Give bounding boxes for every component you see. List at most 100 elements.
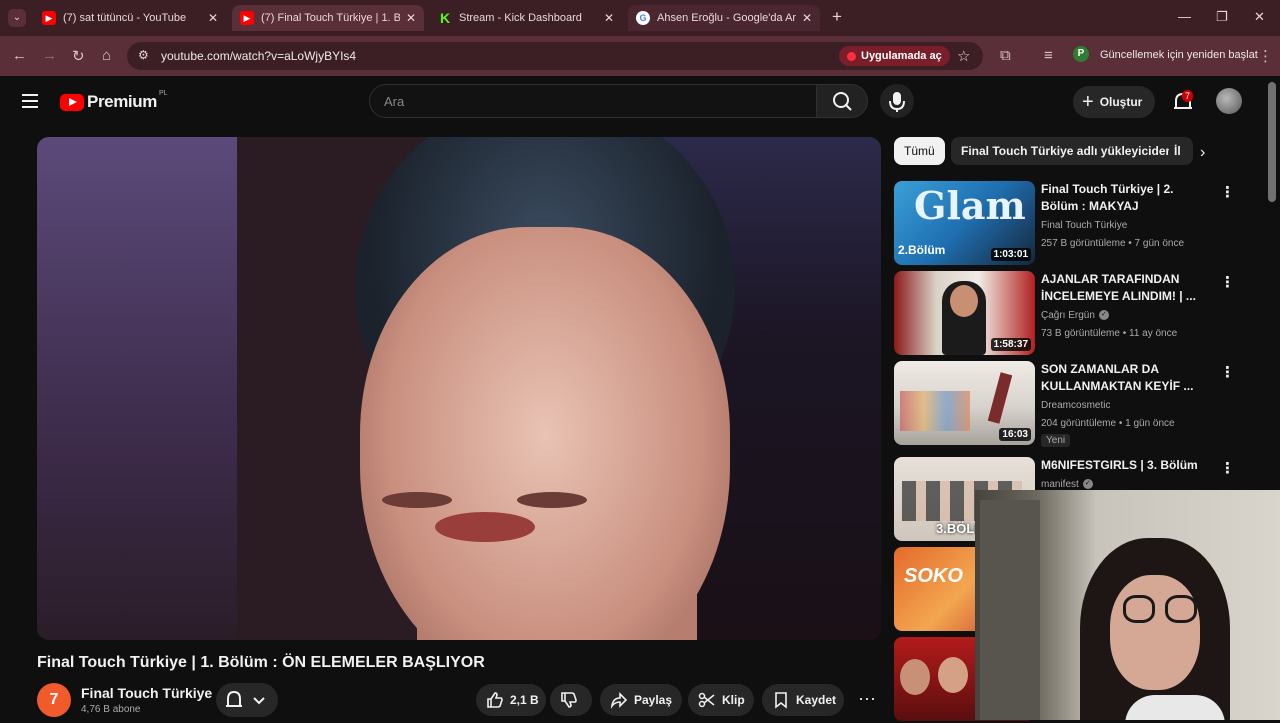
hamburger-menu-icon[interactable] — [22, 94, 38, 108]
tab-title: Ahsen Eroğlu - Google'da Ara — [657, 12, 796, 24]
forward-icon[interactable]: → — [42, 47, 57, 64]
profile-avatar[interactable]: P — [1073, 46, 1089, 62]
reload-icon[interactable]: ↻ — [72, 47, 85, 65]
video-thumbnail[interactable]: Glam 2.Bölüm 1:03:01 — [894, 181, 1035, 265]
save-label: Kaydet — [796, 693, 837, 707]
like-count: 2,1 B — [510, 693, 539, 707]
chip-all[interactable]: Tümü — [894, 137, 945, 165]
video-title: Final Touch Türkiye | 1. Bölüm : ÖN ELEM… — [37, 654, 485, 671]
video-player[interactable] — [37, 137, 881, 640]
browser-tab-bar: ⌄ ▶ (7) sat tütüncü - YouTube ✕ ▶ (7) Fi… — [0, 0, 1280, 36]
tab-title: (7) sat tütüncü - YouTube — [63, 12, 187, 24]
save-button[interactable]: Kaydet — [762, 684, 844, 716]
notification-count-badge: 7 — [1182, 90, 1194, 102]
more-options-icon[interactable]: ⋮ — [1220, 273, 1235, 291]
search-input[interactable]: Ara — [369, 84, 817, 118]
recommendation-channel: Dreamcosmetic — [1041, 400, 1111, 411]
more-actions-icon[interactable]: ··· — [852, 684, 882, 716]
youtube-logo[interactable]: Premium PL — [60, 89, 168, 112]
share-button[interactable]: Paylaş — [600, 684, 682, 716]
youtube-header: Premium PL Ara + Oluştur 7 — [0, 76, 1265, 128]
video-frame-face — [360, 227, 730, 640]
webcam-overlay — [975, 490, 1280, 720]
thumbs-down-icon — [561, 692, 577, 708]
tab-search-chevron-icon[interactable]: ⌄ — [8, 9, 26, 27]
subscription-bell-button[interactable] — [216, 683, 278, 717]
chip-from-uploader[interactable]: Final Touch Türkiye adlı yükleyiciden — [951, 137, 1183, 165]
minimize-icon[interactable]: — — [1178, 9, 1191, 24]
recommendation-meta: 73 B görüntüleme • 11 ay önce — [1041, 328, 1178, 339]
recommendation-item[interactable]: Glam 2.Bölüm 1:03:01 Final Touch Türkiye… — [894, 181, 1254, 267]
recommendation-meta: 204 görüntüleme • 1 gün önce — [1041, 418, 1175, 429]
more-options-icon[interactable]: ⋮ — [1220, 363, 1235, 381]
site-info-icon[interactable]: ⚙ — [138, 48, 149, 62]
verified-icon: ✓ — [1098, 310, 1109, 321]
thumbnail-text: SOKO — [904, 565, 963, 587]
browser-tab-4[interactable]: G Ahsen Eroğlu - Google'da Ara ✕ — [628, 5, 820, 31]
browser-toolbar: ← → ↻ ⌂ ⚙ youtube.com/watch?v=aLoWjyBYIs… — [0, 36, 1280, 76]
video-thumbnail[interactable]: 16:03 — [894, 361, 1035, 445]
recommendation-item[interactable]: 16:03 SON ZAMANLAR DA KULLANMAKTAN KEYİF… — [894, 361, 1254, 447]
recommendation-title[interactable]: AJANLAR TARAFINDAN İNCELEMEYE ALINDIM! |… — [1041, 271, 1211, 305]
channel-avatar[interactable]: 7 — [37, 683, 71, 717]
browser-tab-3[interactable]: K Stream - Kick Dashboard ✕ — [430, 5, 622, 31]
address-bar[interactable]: ⚙ youtube.com/watch?v=aLoWjyBYIs4 Uygula… — [127, 42, 983, 70]
back-icon[interactable]: ← — [12, 47, 27, 64]
chip-related[interactable]: İl — [1169, 137, 1193, 165]
new-tab-icon[interactable]: + — [832, 7, 842, 27]
open-in-app-label: Uygulamada aç — [861, 50, 942, 62]
voice-search-button[interactable] — [880, 84, 914, 118]
url-text[interactable]: youtube.com/watch?v=aLoWjyBYIs4 — [161, 49, 356, 63]
recommendation-item[interactable]: 1:58:37 AJANLAR TARAFINDAN İNCELEMEYE AL… — [894, 271, 1254, 357]
video-duration: 1:58:37 — [990, 338, 1031, 351]
channel-label: Çağrı Ergün — [1041, 310, 1095, 321]
close-icon[interactable]: ✕ — [208, 11, 218, 25]
bell-icon — [226, 690, 265, 707]
thumbs-up-icon — [487, 692, 503, 708]
kick-icon: K — [439, 10, 451, 26]
dislike-button[interactable] — [550, 684, 592, 716]
plus-icon: + — [1082, 90, 1094, 113]
browser-tab-1[interactable]: ▶ (7) sat tütüncü - YouTube ✕ — [34, 5, 226, 31]
extensions-icon[interactable]: ⧉ — [1000, 47, 1011, 64]
home-icon[interactable]: ⌂ — [102, 47, 111, 64]
video-thumbnail[interactable]: 1:58:37 — [894, 271, 1035, 355]
media-controls-icon[interactable]: ≡ — [1044, 47, 1053, 64]
page-scrollbar[interactable] — [1268, 82, 1276, 202]
recommendation-channel: manifest ✓ — [1041, 479, 1093, 490]
channel-label: manifest — [1041, 479, 1079, 490]
open-in-app-button[interactable]: Uygulamada aç — [839, 46, 950, 66]
channel-name[interactable]: Final Touch Türkiye — [81, 685, 212, 701]
close-icon[interactable]: ✕ — [406, 11, 416, 25]
account-avatar[interactable] — [1216, 88, 1242, 114]
window-close-icon[interactable]: ✕ — [1254, 9, 1265, 25]
more-options-icon[interactable]: ⋮ — [1220, 183, 1235, 201]
youtube-icon: ▶ — [42, 11, 56, 25]
close-icon[interactable]: ✕ — [802, 11, 812, 25]
microphone-icon — [889, 92, 905, 112]
update-button[interactable]: Güncellemek için yeniden başlat — [1100, 49, 1258, 61]
browser-tab-2[interactable]: ▶ (7) Final Touch Türkiye | 1. Bölüm ✕ — [232, 5, 424, 31]
create-button[interactable]: + Oluştur — [1073, 86, 1155, 118]
clip-button[interactable]: Klip — [688, 684, 754, 716]
search-button[interactable] — [816, 84, 868, 118]
restore-icon[interactable]: ❐ — [1216, 9, 1228, 25]
youtube-icon: ▶ — [240, 11, 254, 25]
recommendation-title[interactable]: Final Touch Türkiye | 2. Bölüm : MAKYAJ … — [1041, 181, 1211, 215]
search-icon — [833, 92, 852, 111]
recommendation-channel: Çağrı Ergün ✓ — [1041, 310, 1109, 321]
bookmark-star-icon[interactable]: ☆ — [957, 47, 970, 65]
chevron-right-icon[interactable]: › — [1200, 144, 1205, 162]
recommendation-meta: 257 B görüntüleme • 7 gün önce — [1041, 238, 1185, 249]
recommendation-title[interactable]: M6NIFESTGIRLS | 3. Bölüm — [1041, 457, 1211, 474]
more-options-icon[interactable]: ⋮ — [1220, 459, 1235, 477]
browser-menu-icon[interactable]: ⋮ — [1258, 47, 1273, 65]
logo-region: PL — [158, 89, 168, 97]
recommendation-title[interactable]: SON ZAMANLAR DA KULLANMAKTAN KEYİF ... — [1041, 361, 1211, 395]
video-duration: 1:03:01 — [990, 248, 1031, 261]
like-button[interactable]: 2,1 B — [476, 684, 546, 716]
verified-icon: ✓ — [1082, 479, 1093, 490]
bookmark-icon — [775, 692, 787, 709]
scissors-icon — [698, 692, 715, 708]
close-icon[interactable]: ✕ — [604, 11, 614, 25]
